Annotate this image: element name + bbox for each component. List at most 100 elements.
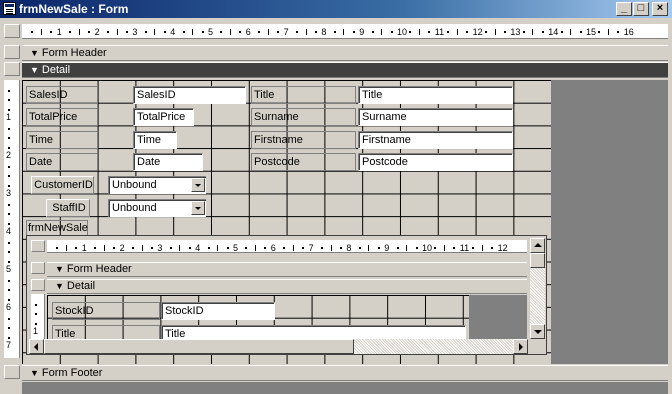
form-footer-selector[interactable] bbox=[4, 365, 20, 379]
ruler-tick bbox=[321, 247, 324, 249]
form-header-selector[interactable] bbox=[4, 45, 20, 59]
firstname-label[interactable]: Firstname bbox=[251, 131, 356, 149]
ruler-tick bbox=[226, 247, 229, 249]
subform-vertical-scroll-thumb[interactable] bbox=[530, 253, 545, 268]
ruler-tick bbox=[116, 29, 118, 35]
subform-control[interactable]: 1 2 3 4 5 6 7 8 9 10 11 12 1 ▼ Form Header ▼ Detail S… bbox=[26, 235, 547, 355]
customerid-combobox[interactable]: Unbound bbox=[108, 176, 206, 194]
detail-selector[interactable] bbox=[4, 62, 20, 76]
subform-scroll-up-button[interactable] bbox=[530, 238, 545, 253]
minimize-button[interactable]: _ bbox=[616, 2, 632, 16]
subform-form-header-label: Form Header bbox=[66, 263, 132, 275]
postcode-textbox[interactable]: Postcode bbox=[358, 153, 513, 171]
horizontal-ruler[interactable]: 1 2 3 4 5 6 7 8 9 10 11 12 13 14 15 16 bbox=[22, 24, 668, 39]
ruler-tick bbox=[494, 29, 496, 35]
subform-title-textbox[interactable]: Title bbox=[161, 325, 466, 339]
ruler-tick bbox=[453, 247, 456, 249]
ruler-number: 13 bbox=[510, 27, 521, 37]
subform-scroll-left-button[interactable] bbox=[29, 339, 44, 354]
ruler-tick bbox=[418, 29, 420, 35]
subform-header-selector[interactable] bbox=[31, 262, 45, 274]
maximize-button[interactable]: □ bbox=[633, 2, 649, 16]
title-textbox[interactable]: Title bbox=[358, 86, 513, 104]
ruler-tick bbox=[56, 247, 59, 249]
totalprice-textbox[interactable]: TotalPrice bbox=[133, 108, 194, 126]
ruler-tick bbox=[617, 31, 620, 33]
ruler-tick bbox=[229, 29, 231, 35]
subform-scroll-down-button[interactable] bbox=[530, 324, 545, 339]
surname-label[interactable]: Surname bbox=[251, 108, 356, 126]
subform-label[interactable]: frmNewSale bbox=[26, 220, 88, 235]
staffid-combobox[interactable]: Unbound bbox=[108, 199, 206, 217]
form-selector[interactable] bbox=[4, 24, 20, 38]
ruler-number: 3 bbox=[157, 243, 163, 253]
ruler-tick bbox=[217, 245, 219, 251]
subform-stockid-textbox[interactable]: StockID bbox=[161, 302, 275, 320]
ruler-tick bbox=[532, 29, 534, 35]
subform-selector[interactable] bbox=[31, 240, 45, 252]
ruler-tick bbox=[103, 245, 105, 251]
ruler-tick bbox=[179, 245, 181, 251]
subform-detail-bar[interactable]: ▼ Detail bbox=[47, 279, 527, 294]
chevron-down-icon[interactable] bbox=[191, 201, 205, 215]
section-arrow-icon: ▼ bbox=[30, 65, 39, 75]
ruler-number: 5 bbox=[208, 27, 214, 37]
ruler-tick bbox=[352, 31, 355, 33]
ruler-tick bbox=[598, 31, 601, 33]
window-title-bar[interactable]: frmNewSale : Form _ □ × bbox=[0, 0, 672, 18]
customerid-value: Unbound bbox=[112, 179, 157, 191]
ruler-tick bbox=[472, 247, 475, 249]
subform-detail-selector[interactable] bbox=[31, 279, 45, 291]
date-label[interactable]: Date bbox=[26, 153, 98, 171]
subform-vertical-scroll-track[interactable] bbox=[530, 253, 545, 324]
detail-bar[interactable]: ▼ Detail bbox=[22, 62, 668, 78]
subform-horizontal-scroll-track[interactable] bbox=[44, 339, 513, 354]
subform-form-header-bar[interactable]: ▼ Form Header bbox=[47, 262, 527, 277]
postcode-label[interactable]: Postcode bbox=[251, 153, 356, 171]
title-label[interactable]: Title bbox=[251, 86, 356, 104]
ruler-number: 16 bbox=[623, 27, 634, 37]
ruler-tick bbox=[78, 29, 80, 35]
vertical-ruler[interactable]: 1 2 3 4 5 6 7 bbox=[4, 80, 20, 358]
subform-scroll-right-button[interactable] bbox=[513, 339, 528, 354]
time-textbox[interactable]: Time bbox=[133, 131, 177, 149]
time-label[interactable]: Time bbox=[26, 131, 98, 149]
window-title: frmNewSale : Form bbox=[19, 2, 129, 16]
form-icon[interactable] bbox=[3, 2, 16, 15]
customerid-label[interactable]: CustomerID bbox=[31, 176, 94, 194]
form-header-bar[interactable]: ▼ Form Header bbox=[22, 45, 668, 61]
ruler-tick bbox=[8, 213, 10, 215]
subform-horizontal-ruler[interactable]: 1 2 3 4 5 6 7 8 9 10 11 12 bbox=[47, 240, 527, 253]
ruler-tick bbox=[88, 31, 91, 33]
staffid-label[interactable]: StaffID bbox=[46, 199, 90, 217]
subform-background-area bbox=[469, 295, 527, 339]
ruler-tick bbox=[254, 245, 256, 251]
subform-title-label[interactable]: Title bbox=[52, 325, 160, 339]
surname-textbox[interactable]: Surname bbox=[358, 108, 513, 126]
ruler-tick bbox=[141, 245, 143, 251]
staffid-value: Unbound bbox=[112, 202, 157, 214]
ruler-tick bbox=[302, 247, 305, 249]
chevron-down-icon[interactable] bbox=[191, 178, 205, 192]
totalprice-label[interactable]: TotalPrice bbox=[26, 108, 98, 126]
ruler-tick bbox=[522, 31, 525, 33]
ruler-tick bbox=[8, 251, 10, 253]
section-arrow-icon: ▼ bbox=[30, 48, 39, 58]
subform-horizontal-scroll-thumb[interactable] bbox=[44, 339, 354, 354]
ruler-tick bbox=[245, 247, 248, 249]
date-textbox[interactable]: Date bbox=[133, 153, 203, 171]
ruler-tick bbox=[8, 260, 10, 263]
ruler-tick bbox=[296, 31, 299, 33]
form-footer-bar[interactable]: ▼ Form Footer bbox=[22, 365, 668, 381]
subform-stockid-label[interactable]: StockID bbox=[52, 302, 160, 320]
ruler-tick bbox=[35, 303, 37, 306]
close-button[interactable]: × bbox=[652, 2, 668, 16]
ruler-number: 2 bbox=[119, 243, 125, 253]
footer-background-area bbox=[22, 382, 668, 394]
salesid-label[interactable]: SalesID bbox=[26, 86, 98, 104]
ruler-tick bbox=[333, 31, 336, 33]
firstname-textbox[interactable]: Firstname bbox=[358, 131, 513, 149]
subform-vertical-ruler[interactable]: 1 bbox=[31, 294, 45, 339]
salesid-textbox[interactable]: SalesID bbox=[133, 86, 246, 104]
ruler-number: 7 bbox=[308, 243, 314, 253]
